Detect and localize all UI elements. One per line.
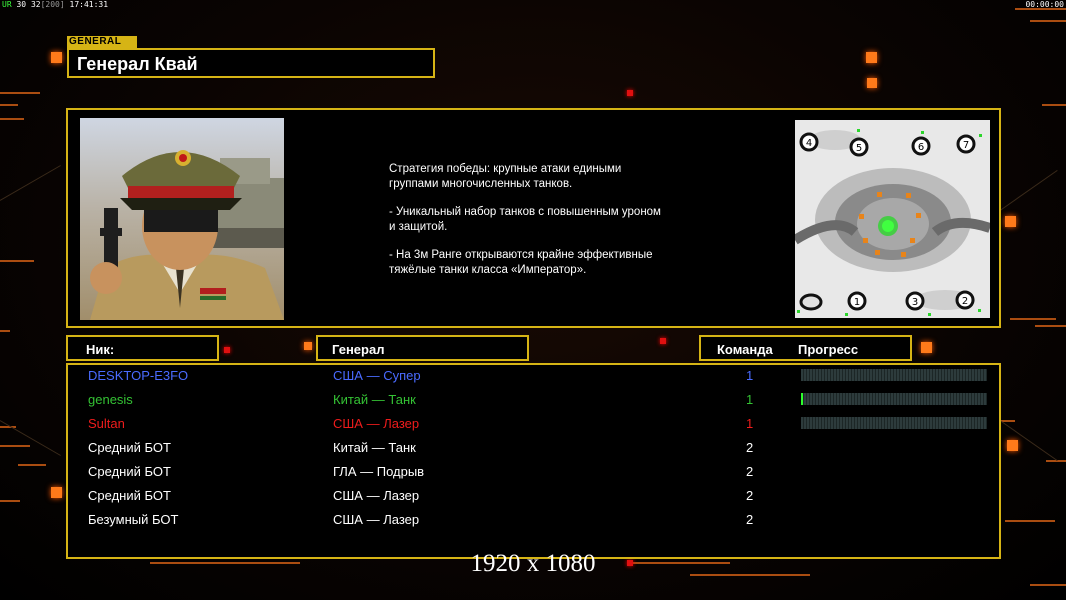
- fps-counter: UR 30 32[200] 17:41:31: [2, 0, 109, 9]
- description-point-1: - Уникальный набор танков с повышенным у…: [389, 206, 661, 233]
- map-slot-6: 6: [918, 142, 924, 153]
- map-preview-image: 4 5 6 7 1 3 2: [795, 120, 990, 318]
- player-general[interactable]: США — Супер: [333, 368, 421, 383]
- general-portrait: [80, 118, 284, 320]
- player-nick: Sultan: [88, 416, 125, 431]
- map-slot-1: 1: [854, 297, 860, 308]
- player-nick: Средний БОТ: [88, 440, 171, 455]
- player-team[interactable]: 2: [746, 440, 753, 455]
- player-list: DESKTOP-E3FO США — Супер 1 genesis Китай — Т…: [66, 363, 1001, 559]
- general-title-box: Генерал Квай: [67, 48, 435, 78]
- player-team[interactable]: 1: [746, 416, 753, 431]
- map-slot-2: 2: [962, 296, 968, 307]
- player-row[interactable]: Средний БОТ США — Лазер 2: [68, 485, 999, 509]
- map-slot-4: 4: [806, 138, 812, 149]
- player-team[interactable]: 1: [746, 392, 753, 407]
- player-nick: Безумный БОТ: [88, 512, 179, 527]
- player-general[interactable]: США — Лазер: [333, 488, 419, 503]
- player-row[interactable]: DESKTOP-E3FO США — Супер 1: [68, 365, 999, 389]
- player-team[interactable]: 2: [746, 488, 753, 503]
- map-slot-5: 5: [856, 143, 862, 154]
- player-nick: Средний БОТ: [88, 464, 171, 479]
- hud-bar: UR 30 32[200] 17:41:31 00:00:00: [0, 0, 1066, 10]
- player-nick: DESKTOP-E3FO: [88, 368, 189, 383]
- resolution-label: 1920 x 1080: [470, 550, 596, 577]
- general-name: Генерал Квай: [77, 54, 198, 74]
- column-nick-label: Ник:: [86, 342, 115, 357]
- player-team[interactable]: 2: [746, 464, 753, 479]
- column-header-team-progress: Команда Прогресс: [699, 335, 912, 361]
- general-portrait-image: [90, 150, 284, 320]
- player-row[interactable]: Sultan США — Лазер 1: [68, 413, 999, 437]
- description-strategy: Стратегия победы: крупные атаки едиными …: [389, 163, 622, 190]
- player-progress-fill: [801, 393, 803, 405]
- player-general[interactable]: США — Лазер: [333, 512, 419, 527]
- player-row[interactable]: Безумный БОТ США — Лазер 2: [68, 509, 999, 533]
- player-nick: genesis: [88, 392, 133, 407]
- map-slot-3: 3: [912, 297, 918, 308]
- column-header-nick: Ник:: [66, 335, 219, 361]
- player-team[interactable]: 2: [746, 512, 753, 527]
- description-point-2: - На 3м Ранге открываются крайне эффекти…: [389, 249, 653, 276]
- column-general-label: Генерал: [332, 342, 385, 357]
- player-row[interactable]: Средний БОТ Китай — Танк 2: [68, 437, 999, 461]
- general-description: Стратегия победы: крупные атаки едиными …: [389, 162, 709, 291]
- general-tag: GENERAL: [67, 36, 137, 48]
- player-general[interactable]: Китай — Танк: [333, 392, 416, 407]
- map-preview[interactable]: 4 5 6 7 1 3 2: [795, 120, 990, 318]
- player-row[interactable]: genesis Китай — Танк 1: [68, 389, 999, 413]
- player-team[interactable]: 1: [746, 368, 753, 383]
- player-progress-bar: [801, 417, 987, 429]
- player-row[interactable]: Средний БОТ ГЛА — Подрыв 2: [68, 461, 999, 485]
- player-progress-bar: [801, 369, 987, 381]
- column-progress-label: Прогресс: [798, 342, 859, 357]
- player-progress-bar: [801, 393, 987, 405]
- map-slot-7: 7: [963, 140, 969, 151]
- column-header-general: Генерал: [316, 335, 529, 361]
- player-nick: Средний БОТ: [88, 488, 171, 503]
- column-team-label: Команда: [717, 342, 773, 357]
- player-general[interactable]: ГЛА — Подрыв: [333, 464, 424, 479]
- game-clock: 00:00:00: [1025, 0, 1064, 9]
- player-general[interactable]: Китай — Танк: [333, 440, 416, 455]
- player-general[interactable]: США — Лазер: [333, 416, 419, 431]
